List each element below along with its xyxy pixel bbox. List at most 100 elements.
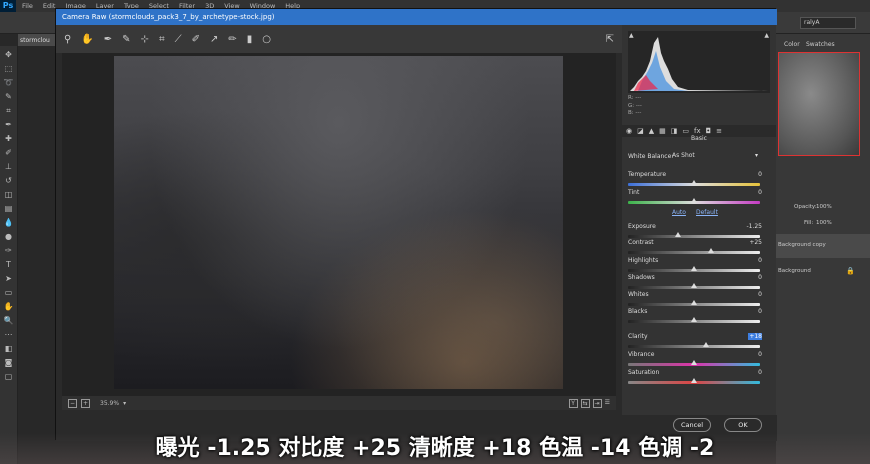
- slider-thumb[interactable]: [691, 317, 697, 322]
- auto-link[interactable]: Auto: [672, 209, 686, 216]
- quick-select-icon[interactable]: ✎: [4, 92, 14, 102]
- slider-thumb[interactable]: [691, 300, 697, 305]
- slider-thumb[interactable]: [675, 232, 682, 237]
- zoom-dropdown-icon[interactable]: ▾: [123, 400, 126, 407]
- opacity-value[interactable]: 100%: [816, 204, 832, 210]
- layer-background-copy[interactable]: Background copy: [776, 234, 870, 258]
- eyedropper-icon[interactable]: ✒: [4, 120, 14, 130]
- hand-tool-icon[interactable]: ✋: [4, 302, 14, 312]
- marquee-tool-icon[interactable]: ⬚: [4, 64, 14, 74]
- healing-icon[interactable]: ✚: [4, 134, 14, 144]
- quick-mask-icon[interactable]: ◙: [4, 358, 14, 368]
- slider-value[interactable]: +18: [748, 333, 762, 340]
- photoshop-logo: Ps: [0, 0, 16, 12]
- navigator-thumbnail: [778, 52, 860, 156]
- slider-value[interactable]: 0: [748, 351, 762, 358]
- zoom-level[interactable]: 35.9%: [100, 400, 119, 407]
- red-eye-icon[interactable]: ↗: [210, 34, 218, 45]
- straighten-icon[interactable]: ⟋: [175, 34, 182, 45]
- crop-icon[interactable]: ⌗: [159, 34, 165, 45]
- slider-thumb[interactable]: [691, 360, 697, 365]
- detail-icon[interactable]: ▲: [649, 127, 654, 135]
- path-select-icon[interactable]: ➤: [4, 274, 14, 284]
- slider-value[interactable]: 0: [748, 274, 762, 281]
- tab-swatches[interactable]: Swatches: [806, 41, 835, 48]
- lasso-tool-icon[interactable]: ➰: [4, 78, 14, 88]
- white-balance-icon[interactable]: ✒: [104, 34, 112, 45]
- slider-thumb[interactable]: [691, 198, 697, 203]
- graduated-filter-icon[interactable]: ▮: [247, 34, 253, 45]
- workspace-field[interactable]: ralyA: [800, 17, 856, 29]
- slider-thumb[interactable]: [708, 248, 715, 253]
- basic-tab-icon[interactable]: ◉: [626, 127, 632, 135]
- document-tab[interactable]: stormclou: [18, 34, 60, 46]
- dropdown-arrow-icon: ▾: [754, 152, 758, 159]
- slider-track[interactable]: [628, 235, 760, 238]
- slider-value[interactable]: 0: [748, 291, 762, 298]
- default-link[interactable]: Default: [696, 209, 718, 216]
- radial-filter-icon[interactable]: ○: [262, 34, 271, 45]
- preferences-icon[interactable]: ☰: [605, 399, 610, 408]
- history-brush-icon[interactable]: ↺: [4, 176, 14, 186]
- split-tone-icon[interactable]: ◨: [671, 127, 678, 135]
- layer-background[interactable]: Background: [778, 268, 811, 274]
- shadow-clipping-icon[interactable]: ▲: [629, 32, 634, 39]
- tab-color[interactable]: Color: [784, 41, 800, 48]
- white-balance-select[interactable]: As Shot ▾: [672, 152, 760, 162]
- gradient-icon[interactable]: ▤: [4, 204, 14, 214]
- slider-value[interactable]: +25: [748, 239, 762, 246]
- zoom-icon[interactable]: ⚲: [64, 34, 71, 45]
- adjustment-brush-icon[interactable]: ✏: [228, 34, 236, 45]
- crop-tool-icon[interactable]: ⌗: [4, 106, 14, 116]
- zoom-tool-icon[interactable]: 🔍: [4, 316, 14, 326]
- menu-edit[interactable]: Edit: [43, 2, 56, 10]
- color-sampler-icon[interactable]: ✎: [122, 34, 130, 45]
- slider-thumb[interactable]: [691, 180, 697, 185]
- target-adjust-icon[interactable]: ⊹: [141, 34, 149, 45]
- brush-icon[interactable]: ✐: [4, 148, 14, 158]
- slider-value[interactable]: 0: [748, 189, 762, 196]
- presets-icon[interactable]: ≡: [716, 127, 722, 135]
- fill-value[interactable]: 100%: [816, 220, 832, 226]
- slider-value[interactable]: 0: [748, 171, 762, 178]
- slider-track[interactable]: [628, 345, 760, 348]
- shape-tool-icon[interactable]: ▭: [4, 288, 14, 298]
- slider-track[interactable]: [628, 251, 760, 254]
- blur-icon[interactable]: 💧: [4, 218, 14, 228]
- fullscreen-icon[interactable]: ⇱: [606, 34, 614, 45]
- slider-value[interactable]: 0: [748, 369, 762, 376]
- zoom-out-icon[interactable]: −: [68, 398, 77, 408]
- slider-thumb[interactable]: [691, 378, 697, 383]
- camera-calibration-icon[interactable]: ◘: [706, 127, 712, 135]
- stamp-icon[interactable]: ⊥: [4, 162, 14, 172]
- hand-icon[interactable]: ✋: [81, 34, 93, 45]
- fx-icon[interactable]: fx: [694, 127, 701, 135]
- spot-removal-icon[interactable]: ✐: [192, 34, 200, 45]
- slider-value[interactable]: 0: [748, 308, 762, 315]
- more-tools-icon[interactable]: ⋯: [4, 330, 14, 340]
- slider-thumb[interactable]: [691, 283, 697, 288]
- screen-mode-icon[interactable]: ▢: [4, 372, 14, 382]
- move-tool-icon[interactable]: ✥: [4, 50, 14, 60]
- copy-settings-icon[interactable]: ⇥: [592, 398, 602, 408]
- hsl-icon[interactable]: ▦: [659, 127, 666, 135]
- color-swatches-icon[interactable]: ◧: [4, 344, 14, 354]
- highlight-clipping-icon[interactable]: ▲: [764, 32, 769, 39]
- zoom-in-icon[interactable]: +: [81, 398, 90, 408]
- cancel-button[interactable]: Cancel: [673, 418, 711, 432]
- pen-icon[interactable]: ✑: [4, 246, 14, 256]
- type-tool-icon[interactable]: T: [4, 260, 14, 270]
- eraser-icon[interactable]: ◫: [4, 190, 14, 200]
- tone-curve-icon[interactable]: ◪: [637, 127, 644, 135]
- slider-value[interactable]: -1.25: [746, 223, 762, 230]
- swap-icon[interactable]: ⇆: [580, 398, 590, 408]
- before-after-y-icon[interactable]: Y: [568, 398, 578, 408]
- dodge-icon[interactable]: ●: [4, 232, 14, 242]
- lens-icon[interactable]: ▭: [682, 127, 689, 135]
- slider-value[interactable]: 0: [748, 257, 762, 264]
- g-value: G: ---: [628, 102, 642, 109]
- menu-file[interactable]: File: [22, 2, 33, 10]
- slider-thumb[interactable]: [702, 342, 709, 347]
- slider-thumb[interactable]: [691, 266, 697, 271]
- ok-button[interactable]: OK: [724, 418, 762, 432]
